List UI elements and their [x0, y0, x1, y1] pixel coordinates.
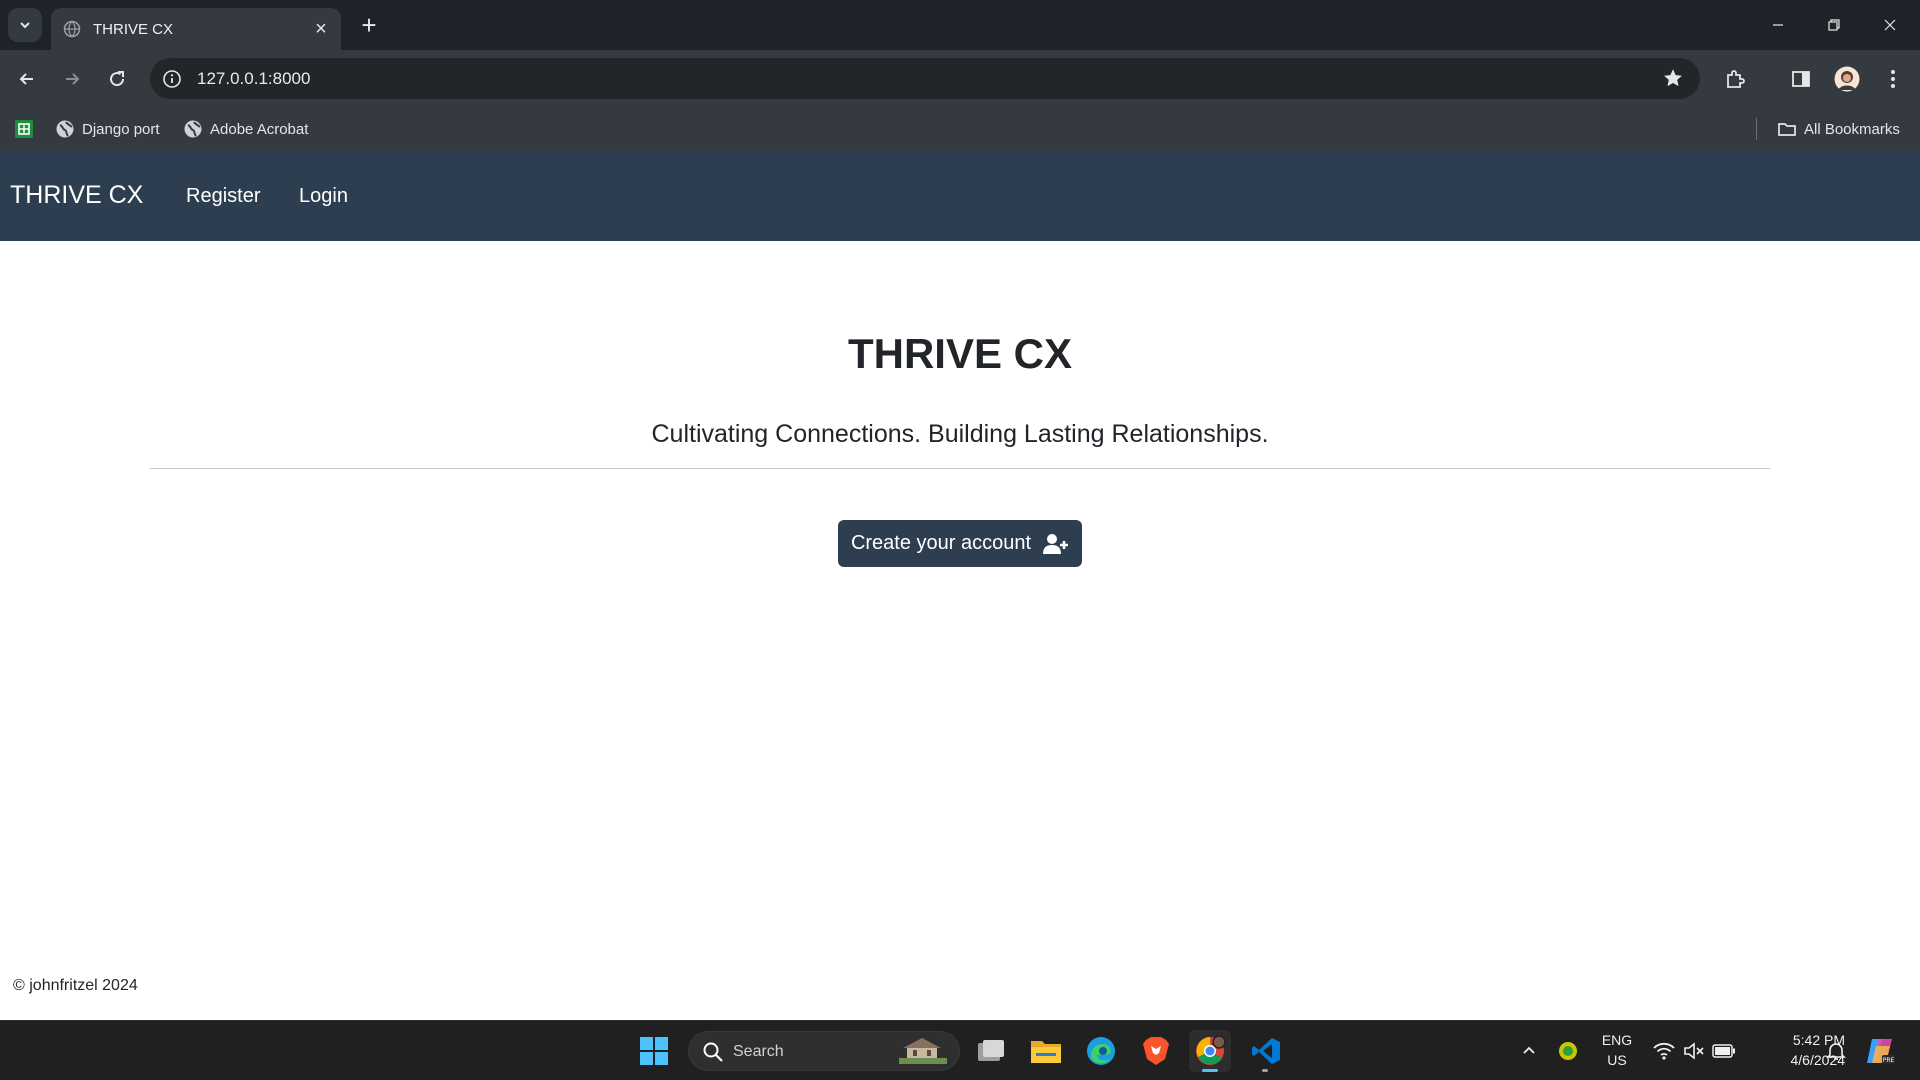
create-account-label: Create your account — [850, 532, 1032, 554]
minimize-icon — [1773, 24, 1783, 26]
task-view-icon — [978, 1040, 1004, 1061]
restore-button[interactable] — [1806, 0, 1862, 50]
chevron-down-icon — [20, 22, 30, 29]
browser-tab[interactable]: THRIVE CX × — [51, 8, 341, 50]
bookmark-star-icon[interactable] — [1662, 67, 1684, 89]
hero-title: THRIVE CX — [847, 330, 1073, 377]
site-navbar: THRIVE CX Register Login — [0, 151, 1920, 241]
windows-logo-icon — [640, 1037, 668, 1065]
tab-search-button[interactable] — [8, 8, 42, 42]
all-bookmarks-button[interactable]: All Bookmarks — [1777, 116, 1900, 142]
extensions-button[interactable] — [1718, 62, 1752, 96]
globe-icon — [56, 120, 74, 138]
bookmark-item-django-port[interactable]: Django port — [55, 116, 160, 142]
notifications-button[interactable] — [1822, 1036, 1850, 1066]
hero-tagline: Cultivating Connections. Building Lastin… — [651, 420, 1269, 448]
bookmarks-divider — [1756, 118, 1757, 140]
globe-icon — [184, 120, 202, 138]
side-panel-icon — [1792, 71, 1810, 87]
file-explorer-button[interactable] — [1025, 1030, 1067, 1072]
reload-icon — [110, 71, 125, 87]
tab-close-icon[interactable]: × — [311, 18, 331, 41]
language-code: ENG — [1601, 1032, 1633, 1048]
nav-link-login[interactable]: Login — [299, 185, 348, 208]
bookmark-label: Django port — [82, 120, 160, 138]
new-tab-button[interactable]: + — [352, 8, 386, 42]
chrome-icon — [1196, 1035, 1226, 1065]
vscode-button[interactable] — [1245, 1030, 1287, 1072]
show-hidden-icons-button[interactable] — [1516, 1036, 1542, 1066]
chevron-up-icon — [1523, 1046, 1535, 1054]
kebab-menu-icon — [1891, 70, 1895, 88]
start-button[interactable] — [633, 1030, 675, 1072]
nav-link-register[interactable]: Register — [186, 185, 260, 208]
bookmark-label: Adobe Acrobat — [210, 120, 309, 138]
url-text[interactable]: 127.0.0.1:8000 — [197, 69, 310, 89]
puzzle-icon — [1727, 70, 1745, 88]
site-footer: © johnfritzel 2024 — [13, 977, 138, 994]
bookmark-item-adobe-acrobat[interactable]: Adobe Acrobat — [183, 116, 308, 142]
volume-muted-icon — [1684, 1042, 1704, 1060]
copilot-button[interactable]: PRE — [1862, 1036, 1898, 1066]
minimize-button[interactable] — [1750, 0, 1806, 50]
profile-button[interactable] — [1830, 62, 1864, 96]
tray-app-icon[interactable] — [1555, 1036, 1581, 1066]
navbar-brand[interactable]: THRIVE CX — [10, 181, 143, 210]
copilot-icon: PRE — [1867, 1039, 1895, 1064]
region-code: US — [1607, 1052, 1627, 1068]
battery-icon — [1712, 1044, 1735, 1058]
edge-icon — [1087, 1037, 1115, 1065]
arrow-right-icon — [66, 73, 80, 85]
restore-icon — [1828, 19, 1840, 31]
tab-title: THRIVE CX — [93, 20, 174, 38]
browser-tab-strip: THRIVE CX × + — [0, 0, 1920, 50]
close-icon — [1884, 19, 1896, 31]
globe-icon — [63, 20, 81, 38]
search-icon — [703, 1042, 723, 1062]
battery-button[interactable] — [1710, 1036, 1738, 1066]
address-bar[interactable]: 127.0.0.1:8000 — [150, 58, 1700, 99]
vscode-icon — [1252, 1038, 1280, 1064]
taskbar-search-box[interactable]: Search — [688, 1031, 960, 1071]
network-status-icon — [1559, 1042, 1577, 1060]
sheets-icon — [15, 120, 33, 138]
folder-icon — [1778, 123, 1796, 136]
user-plus-icon — [1043, 533, 1069, 554]
taskbar-search-placeholder: Search — [733, 1043, 784, 1060]
forward-button[interactable] — [55, 62, 89, 96]
search-highlight-icon — [899, 1038, 947, 1064]
wifi-icon — [1653, 1042, 1675, 1060]
chrome-button[interactable] — [1189, 1030, 1231, 1072]
hero-divider — [150, 468, 1770, 469]
volume-button[interactable] — [1680, 1036, 1708, 1066]
back-button[interactable] — [10, 62, 44, 96]
vscode-running-indicator — [1262, 1069, 1268, 1072]
language-indicator[interactable]: ENG US — [1594, 1030, 1640, 1070]
reload-button[interactable] — [100, 62, 134, 96]
bookmark-sheets[interactable] — [14, 116, 34, 142]
folder-icon — [1031, 1041, 1061, 1063]
close-window-button[interactable] — [1862, 0, 1918, 50]
arrow-left-icon — [19, 73, 33, 85]
create-account-button[interactable]: Create your account — [838, 520, 1082, 567]
chrome-active-indicator — [1202, 1069, 1218, 1072]
browser-menu-button[interactable] — [1876, 62, 1910, 96]
avatar — [1834, 66, 1860, 92]
edge-button[interactable] — [1080, 1030, 1122, 1072]
all-bookmarks-label: All Bookmarks — [1804, 120, 1900, 138]
side-panel-button[interactable] — [1784, 62, 1818, 96]
site-info-icon[interactable] — [162, 69, 182, 89]
brave-icon — [1143, 1037, 1169, 1065]
task-view-button[interactable] — [970, 1030, 1012, 1072]
svg-text:PRE: PRE — [1883, 1057, 1895, 1064]
notification-bell-icon — [1826, 1043, 1846, 1060]
wifi-button[interactable] — [1650, 1036, 1678, 1066]
brave-button[interactable] — [1135, 1030, 1177, 1072]
